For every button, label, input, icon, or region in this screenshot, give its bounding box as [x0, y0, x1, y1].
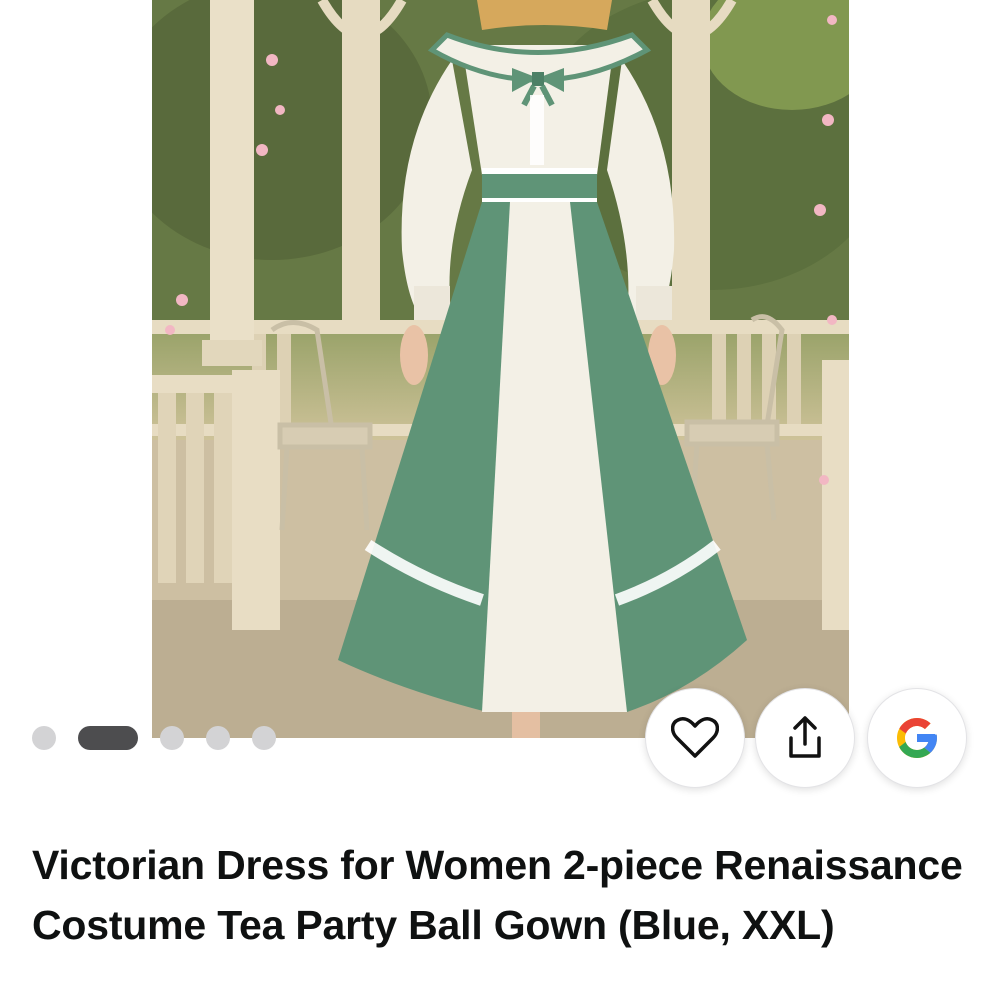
- google-lens-button[interactable]: [867, 688, 967, 788]
- carousel-dot[interactable]: [252, 726, 276, 750]
- favorite-button[interactable]: [645, 688, 745, 788]
- carousel-dot[interactable]: [32, 726, 56, 750]
- product-image[interactable]: [152, 0, 849, 738]
- heart-icon: [671, 716, 719, 760]
- product-title: Victorian Dress for Women 2-piece Renais…: [32, 842, 963, 948]
- google-logo-icon: [893, 714, 941, 762]
- carousel-dot-active[interactable]: [78, 726, 138, 750]
- share-button[interactable]: [755, 688, 855, 788]
- carousel-dot[interactable]: [206, 726, 230, 750]
- product-page: Victorian Dress for Women 2-piece Renais…: [0, 0, 1000, 1000]
- share-icon: [783, 714, 827, 762]
- carousel-dot[interactable]: [160, 726, 184, 750]
- product-photo: [152, 0, 849, 738]
